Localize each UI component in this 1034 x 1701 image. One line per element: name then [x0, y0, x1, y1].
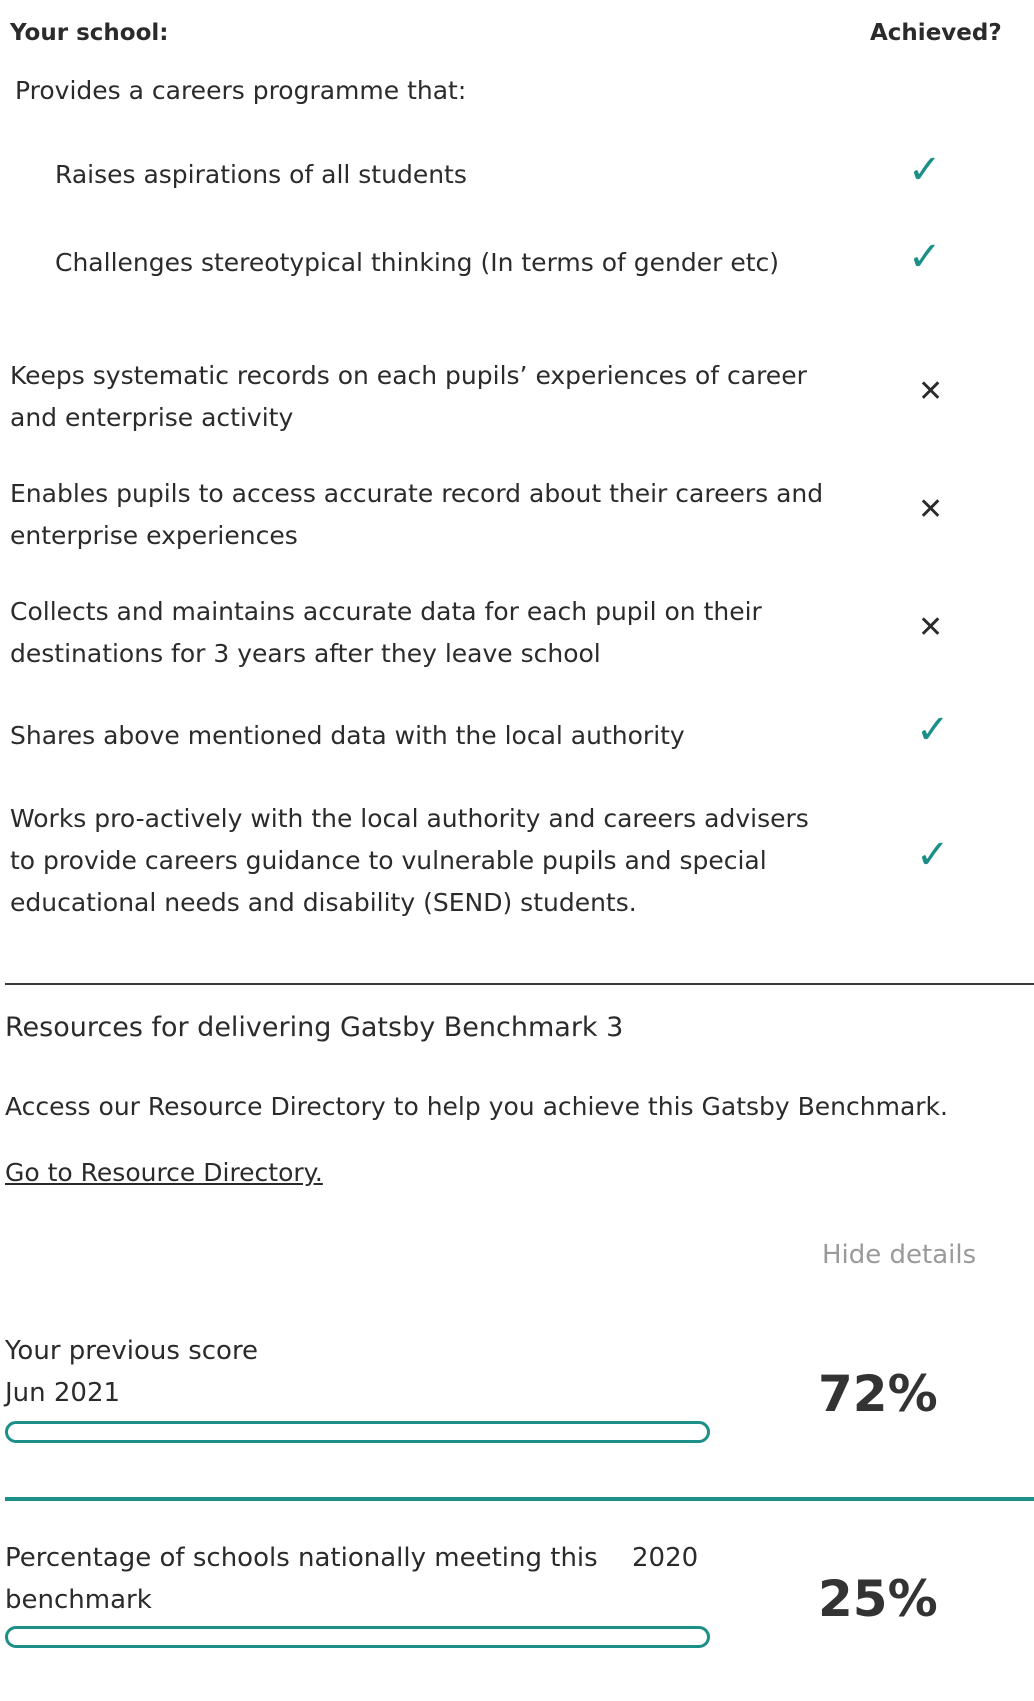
- hide-details-button[interactable]: Hide details: [822, 1240, 976, 1270]
- check-icon: ✓: [908, 147, 942, 193]
- criterion-destination-data: Collects and maintains accurate data for…: [10, 597, 762, 668]
- national-progress-fill: [8, 1629, 183, 1645]
- programme-intro: Provides a careers programme that:: [15, 76, 467, 105]
- cross-icon: ✕: [918, 492, 944, 527]
- national-score-value: 25%: [818, 1570, 938, 1628]
- resource-directory-link[interactable]: Go to Resource Directory.: [5, 1158, 323, 1187]
- achieved-header: Achieved?: [870, 20, 1002, 46]
- previous-score-progress-fill: [8, 1424, 511, 1440]
- check-icon: ✓: [908, 234, 942, 280]
- resources-title: Resources for delivering Gatsby Benchmar…: [5, 1012, 624, 1043]
- criterion-systematic-records: Keeps systematic records on each pupils’…: [10, 361, 807, 432]
- criterion-vulnerable-pupils: Works pro-actively with the local author…: [10, 804, 809, 917]
- national-progress-bar: [5, 1626, 710, 1648]
- previous-score-progress-bar: [5, 1421, 710, 1443]
- cross-icon: ✕: [918, 374, 944, 409]
- national-label-line2: benchmark: [5, 1585, 152, 1615]
- national-year: 2020: [632, 1543, 699, 1573]
- previous-score-label: Your previous score: [5, 1336, 259, 1366]
- previous-score-value: 72%: [818, 1365, 938, 1423]
- cross-icon: ✕: [918, 610, 944, 645]
- criterion-share-data: Shares above mentioned data with the loc…: [10, 721, 685, 750]
- check-icon: ✓: [916, 832, 950, 878]
- criterion-raises-aspirations: Raises aspirations of all students: [55, 160, 467, 189]
- section-divider: [5, 983, 1034, 985]
- score-divider: [5, 1497, 1034, 1501]
- criterion-challenges-stereotypes: Challenges stereotypical thinking (In te…: [55, 248, 780, 277]
- criterion-access-records: Enables pupils to access accurate record…: [10, 479, 824, 550]
- national-label-line1: Percentage of schools nationally meeting…: [5, 1543, 598, 1573]
- your-school-header: Your school:: [10, 20, 169, 46]
- check-icon: ✓: [916, 707, 950, 753]
- resources-description: Access our Resource Directory to help yo…: [5, 1092, 948, 1121]
- previous-score-date: Jun 2021: [5, 1378, 121, 1408]
